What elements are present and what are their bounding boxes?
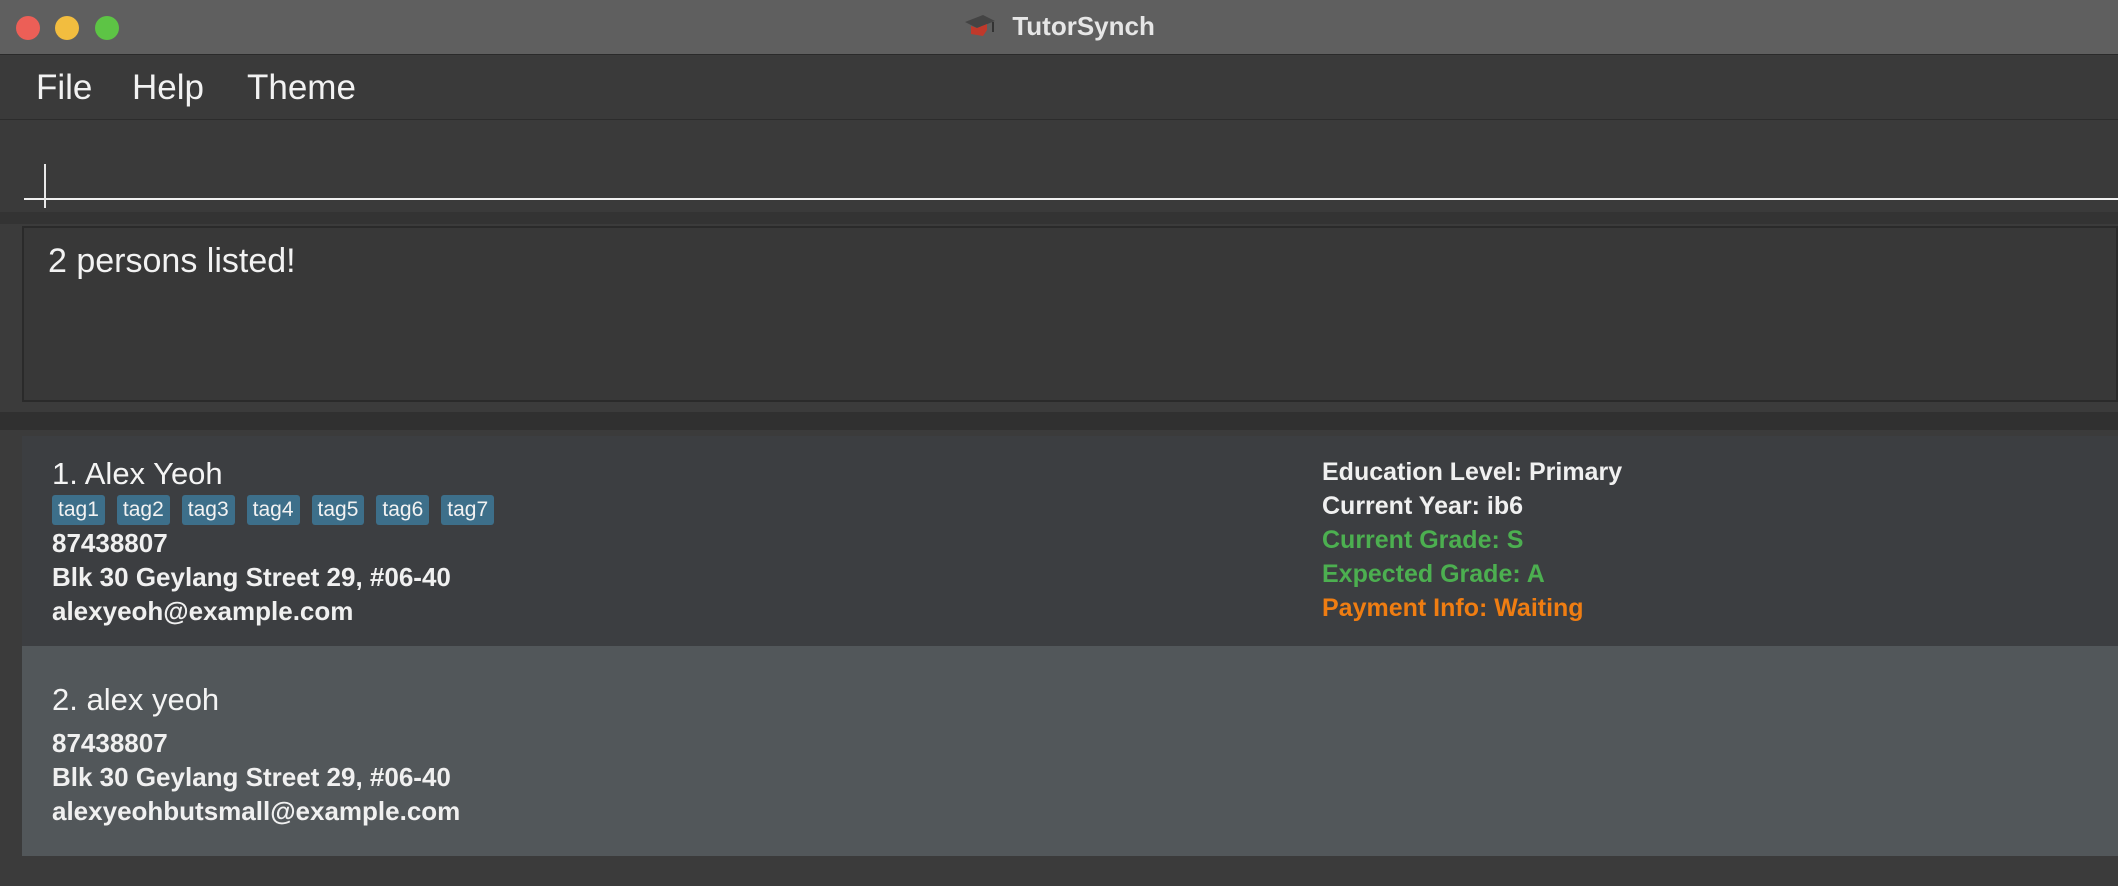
- text-caret: [44, 164, 46, 208]
- current-year: Current Year: ib6: [1322, 492, 1524, 520]
- person-phone: 87438807: [52, 728, 168, 758]
- person-phone: 87438807: [52, 528, 168, 558]
- person-address: Blk 30 Geylang Street 29, #06-40: [52, 762, 451, 792]
- person-card[interactable]: 2. alex yeoh 87438807 Blk 30 Geylang Str…: [22, 646, 2118, 856]
- person-list[interactable]: 1. Alex Yeoh tag1 tag2 tag3 tag4 tag5 ta…: [22, 436, 2118, 856]
- menu-theme[interactable]: Theme: [247, 68, 356, 108]
- title-bar: TutorSynch: [0, 0, 2118, 55]
- window-title: TutorSynch: [1012, 11, 1155, 41]
- divider: [0, 412, 2118, 430]
- person-card[interactable]: 1. Alex Yeoh tag1 tag2 tag3 tag4 tag5 ta…: [22, 436, 2118, 646]
- tag-badge: tag1: [52, 495, 105, 525]
- result-message: 2 persons listed!: [48, 242, 296, 280]
- window-title-group: TutorSynch: [0, 11, 2118, 42]
- tag-badge: tag5: [311, 495, 365, 525]
- menu-bar: File Help Theme: [0, 56, 2118, 120]
- command-box: [0, 120, 2118, 212]
- person-address: Blk 30 Geylang Street 29, #06-40: [52, 562, 451, 592]
- tag-list: tag1 tag2 tag3 tag4 tag5 tag6 tag7: [52, 495, 495, 525]
- tag-badge: tag4: [246, 495, 300, 525]
- menu-file[interactable]: File: [36, 68, 92, 108]
- tag-badge: tag2: [116, 495, 170, 525]
- result-display[interactable]: 2 persons listed!: [22, 226, 2118, 402]
- tag-badge: tag7: [441, 495, 495, 525]
- tag-badge: tag6: [376, 495, 430, 525]
- current-grade: Current Grade: S: [1322, 526, 1524, 554]
- person-email: alexyeoh@example.com: [52, 596, 354, 626]
- expected-grade: Expected Grade: A: [1322, 560, 1545, 588]
- graduation-cap-icon: [965, 15, 996, 36]
- payment-info: Payment Info: Waiting: [1322, 594, 1584, 622]
- tag-badge: tag3: [181, 495, 235, 525]
- person-name: 1. Alex Yeoh: [52, 456, 223, 491]
- person-email: alexyeohbutsmall@example.com: [52, 796, 461, 826]
- education-level: Education Level: Primary: [1322, 458, 1623, 486]
- divider: [0, 212, 2118, 224]
- menu-help[interactable]: Help: [132, 68, 204, 108]
- person-name: 2. alex yeoh: [52, 682, 220, 717]
- command-input[interactable]: [24, 140, 2118, 208]
